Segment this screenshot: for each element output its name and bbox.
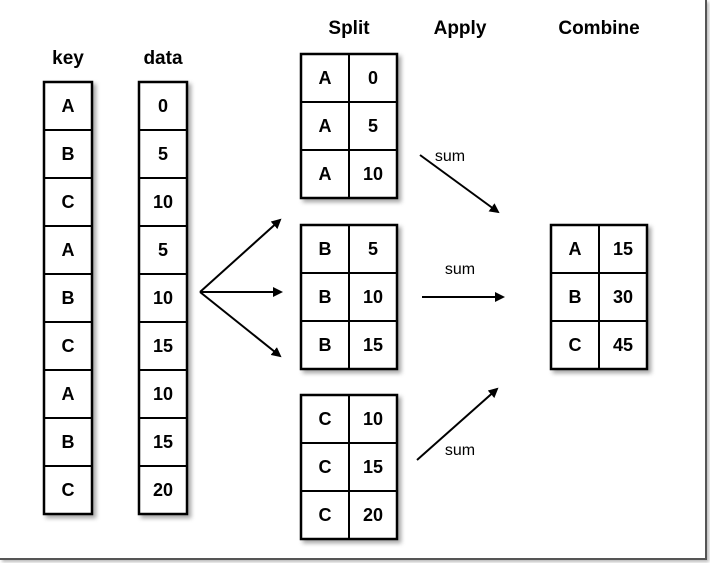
header-data: data [143, 48, 183, 69]
key-column: A B C A B C A B C [42, 80, 94, 516]
table-cell: 45 [613, 335, 633, 355]
table-cell: B [319, 335, 332, 355]
diagram-canvas: key data Split Apply Combine A B C A B C A B C 0 5… [42, 18, 649, 541]
table-cell: B [319, 287, 332, 307]
apply-label-sum: sum [445, 442, 475, 459]
table-cell: A [62, 96, 75, 116]
table-cell: A [62, 384, 75, 404]
apply-label-sum: sum [445, 261, 475, 278]
table-cell: C [62, 480, 75, 500]
header-apply: Apply [434, 18, 487, 39]
table-cell: 10 [153, 288, 173, 308]
table-cell: 15 [363, 335, 383, 355]
table-cell: C [319, 505, 332, 525]
table-cell: 15 [153, 432, 173, 452]
table-cell: A [319, 68, 332, 88]
table-cell: B [62, 144, 75, 164]
table-cell: 30 [613, 287, 633, 307]
table-cell: 15 [153, 336, 173, 356]
table-cell: 10 [153, 192, 173, 212]
table-cell: 0 [368, 68, 378, 88]
table-cell: 10 [363, 409, 383, 429]
header-split: Split [328, 18, 370, 39]
combined-table: A B C 15 30 45 [549, 223, 649, 371]
split-group-2: B B B 5 10 15 [299, 223, 399, 371]
table-cell: A [319, 116, 332, 136]
header-combine: Combine [558, 18, 639, 39]
table-cell: 20 [363, 505, 383, 525]
table-cell: C [319, 409, 332, 429]
split-group-3: C C C 10 15 20 [299, 393, 399, 541]
split-group-1: A A A 0 5 10 [299, 52, 399, 200]
table-cell: B [569, 287, 582, 307]
table-cell: 15 [613, 239, 633, 259]
table-cell: 0 [158, 96, 168, 116]
table-cell: C [569, 335, 582, 355]
table-cell: 15 [363, 457, 383, 477]
table-cell: B [62, 432, 75, 452]
table-cell: 20 [153, 480, 173, 500]
table-cell: A [62, 240, 75, 260]
table-cell: 5 [158, 240, 168, 260]
groupby-diagram: key data Split Apply Combine A B C A B C A B C 0 5… [0, 0, 710, 563]
table-cell: 5 [158, 144, 168, 164]
data-column: 0 5 10 5 10 15 10 15 20 [137, 80, 189, 516]
table-cell: 10 [363, 164, 383, 184]
table-cell: 10 [363, 287, 383, 307]
table-cell: A [569, 239, 582, 259]
table-cell: C [62, 192, 75, 212]
split-arrow-c [199, 291, 282, 358]
table-cell: A [319, 164, 332, 184]
table-cell: 5 [368, 116, 378, 136]
header-key: key [52, 48, 84, 69]
table-cell: B [319, 239, 332, 259]
table-cell: C [319, 457, 332, 477]
table-cell: B [62, 288, 75, 308]
apply-label-sum: sum [435, 148, 465, 165]
split-arrow-a [199, 218, 282, 293]
table-cell: 5 [368, 239, 378, 259]
table-cell: 10 [153, 384, 173, 404]
table-cell: C [62, 336, 75, 356]
